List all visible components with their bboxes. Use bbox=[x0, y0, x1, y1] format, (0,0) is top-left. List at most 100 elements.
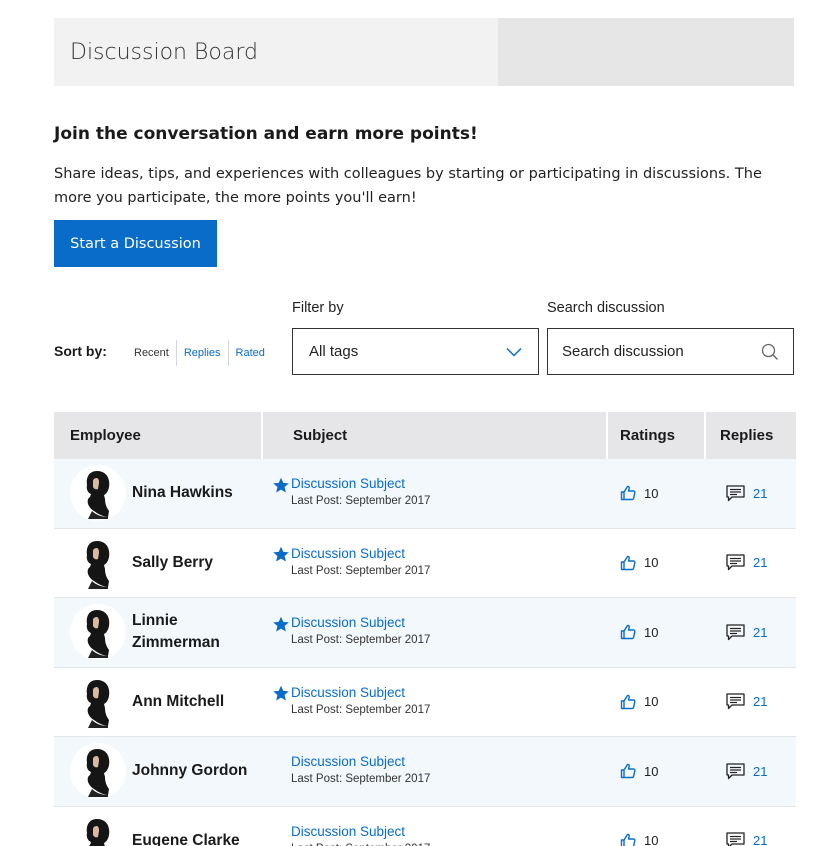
comment-icon[interactable] bbox=[726, 693, 745, 710]
replies-count[interactable]: 21 bbox=[753, 833, 767, 846]
discussion-subject-link[interactable]: Discussion Subject bbox=[291, 476, 430, 492]
avatar-portrait-icon bbox=[86, 679, 110, 728]
subject-block: Discussion Subject Last Post: September … bbox=[291, 476, 430, 510]
subject-block: Discussion Subject Last Post: September … bbox=[291, 685, 430, 719]
ratings-count: 10 bbox=[644, 694, 659, 710]
last-post-text: Last Post: September 2017 bbox=[291, 634, 431, 646]
search-icon[interactable] bbox=[761, 343, 779, 361]
chevron-down-icon bbox=[506, 347, 522, 357]
tag-filter-select[interactable]: All tags bbox=[292, 328, 539, 375]
ratings-cell: 10 bbox=[608, 737, 704, 806]
column-header-ratings[interactable]: Ratings bbox=[608, 412, 704, 459]
discussion-subject-link[interactable]: Discussion Subject bbox=[291, 615, 430, 631]
star-icon-slot bbox=[271, 824, 291, 842]
discussion-subject-link[interactable]: Discussion Subject bbox=[291, 754, 430, 770]
sort-option-replies[interactable]: Replies bbox=[180, 340, 225, 366]
discussion-subject-link[interactable]: Discussion Subject bbox=[291, 685, 430, 701]
sort-option-rated[interactable]: Rated bbox=[232, 340, 269, 366]
star-icon[interactable] bbox=[272, 546, 290, 563]
sort-options: Recent Replies Rated bbox=[134, 340, 269, 366]
star-icon-slot bbox=[271, 685, 291, 703]
thumbs-up-icon[interactable] bbox=[620, 624, 636, 640]
subject-cell: Discussion Subject Last Post: September … bbox=[263, 459, 606, 528]
ratings-cell: 10 bbox=[608, 807, 704, 846]
sort-divider bbox=[175, 340, 177, 366]
employee-cell: Eugene Clarke bbox=[54, 807, 261, 846]
star-icon[interactable] bbox=[272, 477, 290, 494]
employee-name[interactable]: Ann Mitchell bbox=[132, 691, 224, 713]
avatar[interactable] bbox=[70, 465, 126, 522]
thumbs-up-icon[interactable] bbox=[620, 555, 636, 571]
subject-cell: Discussion Subject Last Post: September … bbox=[263, 668, 606, 737]
intro-heading: Join the conversation and earn more poin… bbox=[54, 124, 478, 144]
comment-icon[interactable] bbox=[726, 485, 745, 502]
discussion-subject-link[interactable]: Discussion Subject bbox=[291, 546, 430, 562]
search-box bbox=[547, 328, 794, 375]
ratings-count: 10 bbox=[644, 763, 659, 779]
star-icon[interactable] bbox=[272, 685, 290, 702]
column-header-subject: Subject bbox=[263, 412, 606, 459]
replies-count[interactable]: 21 bbox=[753, 764, 767, 779]
comment-icon[interactable] bbox=[726, 624, 745, 641]
employee-cell: Johnny Gordon bbox=[54, 737, 261, 806]
intro-text: Share ideas, tips, and experiences with … bbox=[54, 166, 762, 206]
table-row: Johnny Gordon Discussion Subject Last Po… bbox=[54, 737, 796, 807]
ratings-cell: 10 bbox=[608, 598, 704, 667]
page-title: Discussion Board bbox=[70, 39, 258, 65]
employee-name[interactable]: Sally Berry bbox=[132, 552, 213, 574]
sort-option-recent[interactable]: Recent bbox=[134, 340, 173, 366]
ratings-cell: 10 bbox=[608, 459, 704, 528]
employee-name[interactable]: Eugene Clarke bbox=[132, 830, 240, 846]
column-header-replies[interactable]: Replies bbox=[706, 412, 796, 459]
star-icon[interactable] bbox=[272, 616, 290, 633]
table-row: Linnie Zimmerman Discussion Subject Last… bbox=[54, 598, 796, 668]
employee-name[interactable]: Johnny Gordon bbox=[132, 760, 247, 782]
ratings-cell: 10 bbox=[608, 668, 704, 737]
employee-cell: Linnie Zimmerman bbox=[54, 598, 261, 667]
avatar[interactable] bbox=[70, 604, 126, 661]
avatar-portrait-icon bbox=[86, 471, 110, 520]
employee-name[interactable]: Linnie Zimmerman bbox=[132, 610, 261, 654]
star-icon-slot bbox=[271, 754, 291, 772]
employee-cell: Nina Hawkins bbox=[54, 459, 261, 528]
avatar[interactable] bbox=[70, 743, 126, 800]
subject-cell: Discussion Subject Last Post: September … bbox=[263, 529, 606, 598]
comment-icon[interactable] bbox=[726, 763, 745, 780]
ratings-count: 10 bbox=[644, 624, 659, 640]
subject-block: Discussion Subject Last Post: September … bbox=[291, 754, 430, 788]
header-banner bbox=[498, 18, 794, 86]
comment-icon[interactable] bbox=[726, 832, 745, 846]
start-discussion-button[interactable]: Start a Discussion bbox=[54, 220, 217, 267]
table-row: Sally Berry Discussion Subject Last Post… bbox=[54, 529, 796, 598]
replies-count[interactable]: 21 bbox=[753, 694, 767, 709]
table-header: Employee Subject Ratings Replies bbox=[54, 412, 796, 459]
replies-cell: 21 bbox=[706, 459, 796, 528]
thumbs-up-icon[interactable] bbox=[620, 694, 636, 710]
avatar-portrait-icon bbox=[86, 749, 110, 798]
avatar[interactable] bbox=[70, 673, 126, 730]
thumbs-up-icon[interactable] bbox=[620, 485, 636, 501]
avatar[interactable] bbox=[70, 534, 126, 591]
avatar[interactable] bbox=[70, 812, 126, 846]
employee-name[interactable]: Nina Hawkins bbox=[132, 482, 233, 504]
page-header: Discussion Board bbox=[54, 18, 794, 86]
replies-cell: 21 bbox=[706, 737, 796, 806]
replies-count[interactable]: 21 bbox=[753, 555, 767, 570]
replies-count[interactable]: 21 bbox=[753, 625, 767, 640]
thumbs-up-icon[interactable] bbox=[620, 763, 636, 779]
ratings-cell: 10 bbox=[608, 529, 704, 598]
column-header-employee: Employee bbox=[54, 412, 261, 459]
last-post-text: Last Post: September 2017 bbox=[291, 495, 431, 507]
last-post-text: Last Post: September 2017 bbox=[291, 773, 431, 785]
ratings-count: 10 bbox=[644, 833, 659, 846]
subject-block: Discussion Subject Last Post: September … bbox=[291, 546, 430, 580]
avatar-portrait-icon bbox=[86, 818, 110, 846]
comment-icon[interactable] bbox=[726, 554, 745, 571]
thumbs-up-icon[interactable] bbox=[620, 833, 636, 846]
discussion-subject-link[interactable]: Discussion Subject bbox=[291, 824, 430, 840]
table-body: Nina Hawkins Discussion Subject Last Pos… bbox=[54, 459, 796, 846]
filter-label: Filter by bbox=[292, 300, 344, 316]
replies-cell: 21 bbox=[706, 529, 796, 598]
search-input[interactable] bbox=[562, 343, 742, 360]
replies-count[interactable]: 21 bbox=[753, 486, 767, 501]
